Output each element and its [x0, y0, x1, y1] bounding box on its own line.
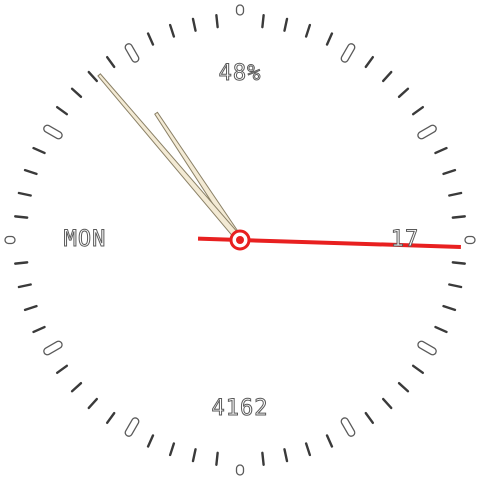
- hour-marker: [417, 124, 437, 140]
- minute-tick: [23, 168, 38, 176]
- minute-tick: [364, 55, 375, 69]
- hour-marker: [124, 417, 140, 437]
- minute-tick: [397, 381, 410, 393]
- minute-tick: [451, 261, 466, 265]
- minute-tick: [325, 434, 334, 448]
- minute-tick: [381, 397, 393, 410]
- minute-tick: [146, 434, 155, 448]
- center-pin: [236, 236, 244, 244]
- minute-tick: [364, 411, 375, 425]
- minute-tick: [70, 87, 83, 99]
- minute-tick: [325, 32, 334, 46]
- minute-tick: [23, 304, 38, 312]
- minute-tick: [191, 448, 197, 463]
- hour-marker: [235, 4, 245, 16]
- hour-marker: [340, 43, 356, 63]
- hour-marker: [417, 340, 437, 356]
- minute-tick: [434, 325, 448, 334]
- weekday-label: MON: [63, 227, 107, 252]
- minute-tick: [70, 381, 83, 393]
- hands: [97, 73, 461, 251]
- minute-tick: [381, 70, 393, 83]
- minute-tick: [283, 448, 289, 463]
- minute-tick: [105, 411, 116, 425]
- hour-marker: [340, 417, 356, 437]
- minute-tick: [215, 451, 219, 466]
- minute-tick: [411, 364, 425, 375]
- hour-marker: [43, 124, 63, 140]
- hour-marker: [235, 464, 245, 476]
- hour-marker: [124, 43, 140, 63]
- minute-tick: [283, 17, 289, 32]
- minute-tick: [32, 325, 46, 334]
- minute-tick: [434, 146, 448, 155]
- minute-tick: [451, 215, 466, 219]
- minute-tick: [442, 168, 457, 176]
- minute-tick: [17, 283, 32, 289]
- minute-hand: [97, 73, 244, 243]
- hour-marker: [4, 235, 16, 245]
- minute-tick: [448, 283, 463, 289]
- minute-tick: [55, 105, 69, 116]
- battery-level: 48%: [218, 61, 262, 86]
- minute-tick: [87, 70, 99, 83]
- hour-marker: [43, 340, 63, 356]
- minute-tick: [191, 17, 197, 32]
- minute-tick: [105, 55, 116, 69]
- hour-marker: [464, 235, 476, 245]
- minute-tick: [14, 215, 29, 219]
- minute-tick: [448, 191, 463, 197]
- minute-tick: [215, 14, 219, 29]
- minute-tick: [411, 105, 425, 116]
- minute-tick: [304, 23, 312, 38]
- minute-tick: [397, 87, 410, 99]
- minute-tick: [304, 442, 312, 457]
- minute-tick: [261, 14, 265, 29]
- watch-face: 48% MON 17 4162: [0, 0, 480, 480]
- minute-tick: [146, 32, 155, 46]
- minute-tick: [32, 146, 46, 155]
- step-count: 4162: [211, 396, 269, 421]
- minute-tick: [55, 364, 69, 375]
- minute-tick: [168, 442, 176, 457]
- minute-tick: [14, 261, 29, 265]
- minute-tick: [442, 304, 457, 312]
- minute-tick: [168, 23, 176, 38]
- minute-tick: [261, 451, 265, 466]
- day-of-month: 17: [390, 227, 420, 252]
- minute-tick: [17, 191, 32, 197]
- minute-tick: [87, 397, 99, 410]
